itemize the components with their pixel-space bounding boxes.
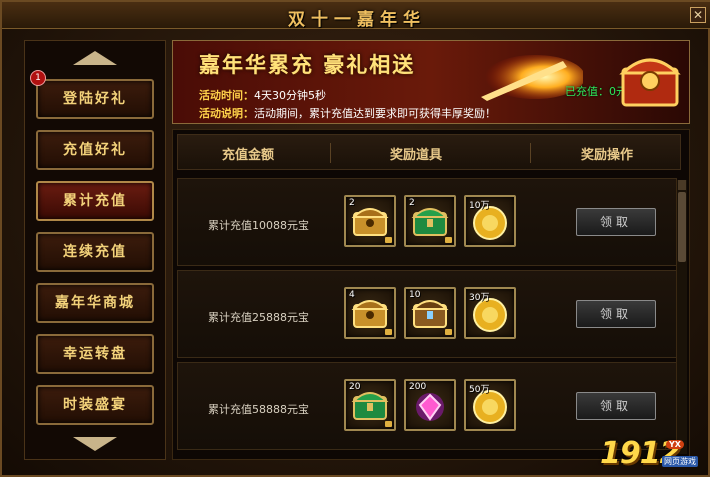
sidebar-item-fashion-feast[interactable]: 时装盛宴	[36, 385, 154, 425]
title-bar: 双十一嘉年华 ✕	[2, 2, 710, 30]
lock-icon	[385, 421, 392, 427]
site-logo: 1912 YX 网页游戏	[600, 436, 710, 471]
event-desc-label: 活动说明：	[199, 107, 254, 120]
header-items: 奖励道具	[390, 148, 443, 163]
table-header: 充值金额 奖励道具 奖励操作	[177, 134, 681, 170]
lock-icon	[385, 329, 392, 335]
item-quantity: 2	[349, 198, 355, 208]
row-amount: 累计充值58888元宝	[208, 403, 309, 416]
table-row: 累计充值25888元宝 4 10 30万 领取	[177, 270, 677, 358]
item-quantity: 20	[349, 382, 361, 392]
reward-slot[interactable]: 4	[344, 287, 396, 339]
logo-subtitle: 网页游戏	[662, 456, 698, 467]
sidebar-item-cumulative-recharge[interactable]: 累计充值	[36, 181, 154, 221]
event-time-value: 4天30分钟5秒	[254, 89, 326, 102]
reward-slot[interactable]: 50万	[464, 379, 516, 431]
reward-slot[interactable]: 2	[344, 195, 396, 247]
claim-button[interactable]: 领取	[576, 208, 656, 236]
header-action: 奖励操作	[581, 148, 634, 163]
sidebar-item-carnival-shop[interactable]: 嘉年华商城	[36, 283, 154, 323]
header-divider	[330, 143, 331, 163]
reward-slot[interactable]: 10万	[464, 195, 516, 247]
sidebar: 登陆好礼 充值好礼 累计充值 连续充值 嘉年华商城 幸运转盘 时装盛宴	[24, 40, 166, 460]
sidebar-item-recharge-gift[interactable]: 充值好礼	[36, 130, 154, 170]
claim-button[interactable]: 领取	[576, 300, 656, 328]
scroll-up-arrow-icon[interactable]	[73, 51, 117, 65]
scroll-thumb[interactable]	[678, 192, 686, 262]
reward-slot[interactable]: 200	[404, 379, 456, 431]
banner-title: 嘉年华累充 豪礼相送	[199, 52, 416, 77]
claim-button[interactable]: 领取	[576, 392, 656, 420]
treasure-chest-icon	[619, 58, 681, 107]
scroll-down-arrow-icon[interactable]	[73, 437, 117, 451]
reward-slot[interactable]: 2	[404, 195, 456, 247]
item-quantity: 4	[349, 290, 355, 300]
item-quantity: 200	[409, 382, 427, 392]
item-quantity: 2	[409, 198, 415, 208]
table-row: 累计充值10088元宝 2 2 10万 领取	[177, 178, 677, 266]
reward-table: 充值金额 奖励道具 奖励操作 累计充值10088元宝 2 2 10万 领取 累计…	[172, 129, 690, 460]
row-amount: 累计充值25888元宝	[208, 311, 309, 324]
event-window: 双十一嘉年华 ✕ 登陆好礼 充值好礼 累计充值 连续充值 嘉年华商城 幸运转盘 …	[0, 0, 710, 477]
header-divider	[530, 143, 531, 163]
row-amount: 累计充值10088元宝	[208, 219, 309, 232]
notification-badge: 1	[30, 70, 46, 86]
reward-slot[interactable]: 20	[344, 379, 396, 431]
event-description: 活动说明：活动期间，累计充值达到要求即可获得丰厚奖励！	[199, 105, 496, 121]
scrollbar[interactable]	[676, 180, 687, 454]
lock-icon	[385, 237, 392, 243]
header-amount: 充值金额	[222, 148, 275, 163]
sidebar-item-login-gift[interactable]: 登陆好礼	[36, 79, 154, 119]
logo-tag: YX	[666, 440, 684, 449]
scroll-up-button[interactable]	[678, 180, 686, 190]
reward-slot[interactable]: 10	[404, 287, 456, 339]
close-button[interactable]: ✕	[690, 7, 706, 23]
event-time: 活动时间：4天30分钟5秒	[199, 87, 326, 103]
window-title: 双十一嘉年华	[288, 10, 426, 30]
lock-icon	[445, 329, 452, 335]
sidebar-item-lucky-wheel[interactable]: 幸运转盘	[36, 334, 154, 374]
item-quantity: 10万	[469, 201, 490, 211]
item-quantity: 30万	[469, 293, 490, 303]
event-banner: 嘉年华累充 豪礼相送 活动时间：4天30分钟5秒 活动说明：活动期间，累计充值达…	[172, 40, 690, 124]
event-time-label: 活动时间：	[199, 89, 254, 102]
item-quantity: 50万	[469, 385, 490, 395]
sidebar-item-consecutive-recharge[interactable]: 连续充值	[36, 232, 154, 272]
reward-slot[interactable]: 30万	[464, 287, 516, 339]
event-desc-value: 活动期间，累计充值达到要求即可获得丰厚奖励！	[254, 107, 496, 120]
lock-icon	[445, 237, 452, 243]
item-quantity: 10	[409, 290, 421, 300]
